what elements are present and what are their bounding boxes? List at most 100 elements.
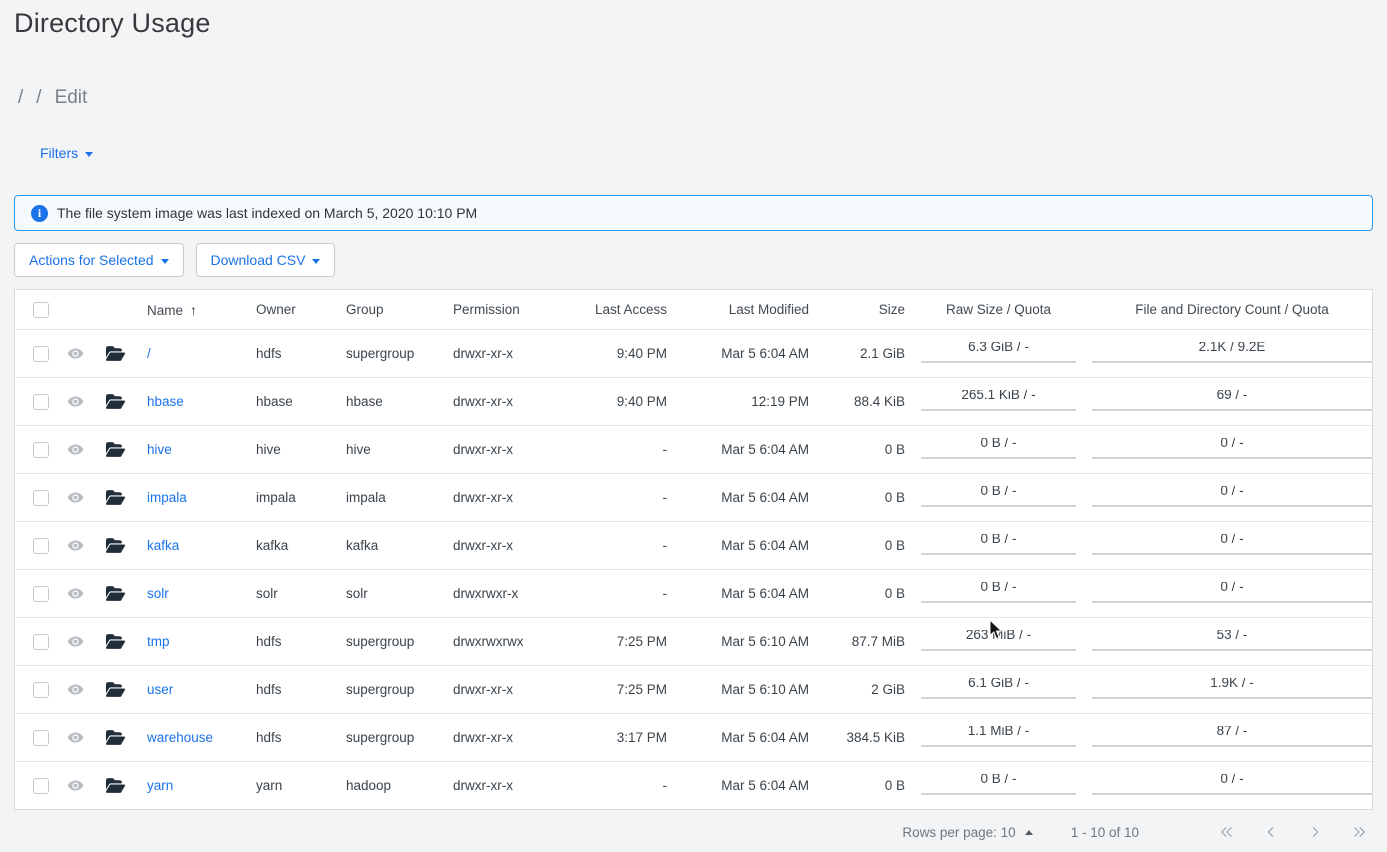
preview-eye-icon[interactable] xyxy=(67,537,84,554)
column-header-count-quota[interactable]: File and Directory Count / Quota xyxy=(1090,302,1374,317)
last-access-cell: - xyxy=(552,586,667,601)
directory-name-link[interactable]: hive xyxy=(147,442,172,457)
last-access-cell: - xyxy=(552,778,667,793)
row-checkbox[interactable] xyxy=(33,346,49,362)
folder-icon xyxy=(106,633,125,650)
owner-cell: yarn xyxy=(245,778,335,793)
directory-name-link[interactable]: hbase xyxy=(147,394,184,409)
preview-eye-icon[interactable] xyxy=(67,345,84,362)
directory-name-link[interactable]: user xyxy=(147,682,173,697)
owner-cell: kafka xyxy=(245,538,335,553)
count-quota-bar: 69 / - xyxy=(1092,390,1372,411)
last-access-cell: 9:40 PM xyxy=(552,394,667,409)
preview-eye-icon[interactable] xyxy=(67,633,84,650)
last-page-button[interactable] xyxy=(1349,822,1369,842)
table-row: / hdfs supergroup drwxr-xr-x 9:40 PM Mar… xyxy=(15,329,1372,377)
next-page-button[interactable] xyxy=(1305,822,1325,842)
column-header-name[interactable]: Name↑ xyxy=(135,302,245,318)
count-quota-bar: 0 / - xyxy=(1092,486,1372,507)
raw-size-quota-bar: 6.1 GiB / - xyxy=(921,678,1076,699)
breadcrumb-separator: / xyxy=(36,87,41,109)
column-header-raw-size-quota[interactable]: Raw Size / Quota xyxy=(905,302,1090,317)
column-header-permission[interactable]: Permission xyxy=(442,302,552,317)
chevron-down-icon xyxy=(312,259,320,264)
owner-cell: impala xyxy=(245,490,335,505)
table-row: warehouse hdfs supergroup drwxr-xr-x 3:1… xyxy=(15,713,1372,761)
table-row: kafka kafka kafka drwxr-xr-x - Mar 5 6:0… xyxy=(15,521,1372,569)
page-title: Directory Usage xyxy=(14,8,1373,39)
directory-name-link[interactable]: tmp xyxy=(147,634,170,649)
count-quota-bar: 87 / - xyxy=(1092,726,1372,747)
row-checkbox[interactable] xyxy=(33,538,49,554)
double-chevron-right-icon xyxy=(1350,823,1368,841)
breadcrumb-root[interactable]: / xyxy=(18,87,23,109)
last-access-cell: 3:17 PM xyxy=(552,730,667,745)
row-checkbox[interactable] xyxy=(33,730,49,746)
column-header-owner[interactable]: Owner xyxy=(245,302,335,317)
size-cell: 2 GiB xyxy=(809,682,905,697)
chevron-down-icon xyxy=(85,152,93,157)
table-body: / hdfs supergroup drwxr-xr-x 9:40 PM Mar… xyxy=(15,329,1372,809)
previous-page-button[interactable] xyxy=(1261,822,1281,842)
size-cell: 0 B xyxy=(809,442,905,457)
preview-eye-icon[interactable] xyxy=(67,489,84,506)
size-cell: 0 B xyxy=(809,490,905,505)
table-row: user hdfs supergroup drwxr-xr-x 7:25 PM … xyxy=(15,665,1372,713)
preview-eye-icon[interactable] xyxy=(67,441,84,458)
last-modified-cell: Mar 5 6:04 AM xyxy=(667,778,809,793)
owner-cell: hdfs xyxy=(245,682,335,697)
last-modified-cell: Mar 5 6:04 AM xyxy=(667,490,809,505)
column-header-last-modified[interactable]: Last Modified xyxy=(667,302,809,317)
group-cell: supergroup xyxy=(335,634,442,649)
rows-per-page-selector[interactable]: Rows per page: 10 xyxy=(902,825,1032,840)
row-checkbox[interactable] xyxy=(33,490,49,506)
row-checkbox[interactable] xyxy=(33,442,49,458)
row-checkbox[interactable] xyxy=(33,586,49,602)
filters-dropdown[interactable]: Filters xyxy=(40,145,93,161)
group-cell: hive xyxy=(335,442,442,457)
pagination-footer: Rows per page: 10 1 - 10 of 10 xyxy=(14,817,1373,847)
first-page-button[interactable] xyxy=(1217,822,1237,842)
raw-size-quota-bar: 265.1 KiB / - xyxy=(921,390,1076,411)
select-all-checkbox[interactable] xyxy=(33,302,49,318)
owner-cell: hdfs xyxy=(245,730,335,745)
actions-for-selected-button[interactable]: Actions for Selected xyxy=(14,243,184,277)
group-cell: kafka xyxy=(335,538,442,553)
row-checkbox[interactable] xyxy=(33,394,49,410)
group-cell: hbase xyxy=(335,394,442,409)
column-header-last-access[interactable]: Last Access xyxy=(552,302,667,317)
last-modified-cell: Mar 5 6:04 AM xyxy=(667,730,809,745)
preview-eye-icon[interactable] xyxy=(67,777,84,794)
rows-per-page-label: Rows per page: xyxy=(902,825,997,840)
download-csv-button[interactable]: Download CSV xyxy=(196,243,336,277)
last-access-cell: - xyxy=(552,442,667,457)
preview-eye-icon[interactable] xyxy=(67,393,84,410)
double-chevron-left-icon xyxy=(1218,823,1236,841)
permission-cell: drwxr-xr-x xyxy=(442,538,552,553)
directory-name-link[interactable]: / xyxy=(147,346,151,361)
column-header-size[interactable]: Size xyxy=(809,302,905,317)
preview-eye-icon[interactable] xyxy=(67,729,84,746)
index-info-alert: i The file system image was last indexed… xyxy=(14,195,1373,231)
size-cell: 0 B xyxy=(809,586,905,601)
preview-eye-icon[interactable] xyxy=(67,681,84,698)
folder-icon xyxy=(106,393,125,410)
column-header-group[interactable]: Group xyxy=(335,302,442,317)
last-modified-cell: Mar 5 6:04 AM xyxy=(667,442,809,457)
folder-icon xyxy=(106,441,125,458)
row-checkbox[interactable] xyxy=(33,682,49,698)
group-cell: hadoop xyxy=(335,778,442,793)
directory-name-link[interactable]: kafka xyxy=(147,538,179,553)
row-checkbox[interactable] xyxy=(33,778,49,794)
preview-eye-icon[interactable] xyxy=(67,585,84,602)
directory-name-link[interactable]: solr xyxy=(147,586,169,601)
row-checkbox[interactable] xyxy=(33,634,49,650)
raw-size-quota-bar: 0 B / - xyxy=(921,438,1076,459)
directory-name-link[interactable]: impala xyxy=(147,490,187,505)
directory-name-link[interactable]: warehouse xyxy=(147,730,213,745)
alert-text: The file system image was last indexed o… xyxy=(57,205,477,221)
directory-name-link[interactable]: yarn xyxy=(147,778,173,793)
last-modified-cell: 12:19 PM xyxy=(667,394,809,409)
breadcrumb-edit-link[interactable]: Edit xyxy=(55,87,88,109)
folder-icon xyxy=(106,729,125,746)
